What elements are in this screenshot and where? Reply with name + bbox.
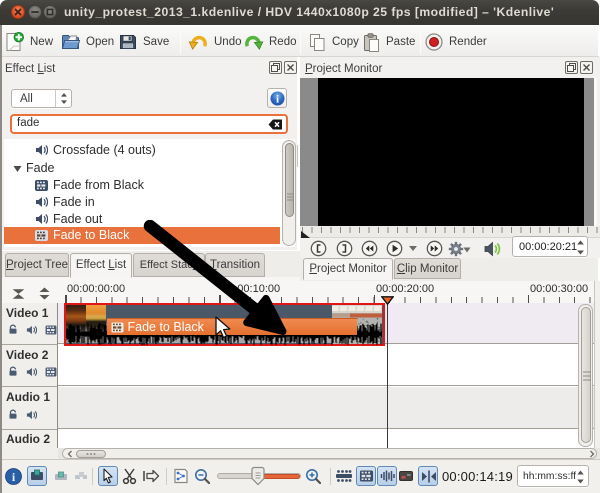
svg-text:i: i: [275, 93, 278, 105]
